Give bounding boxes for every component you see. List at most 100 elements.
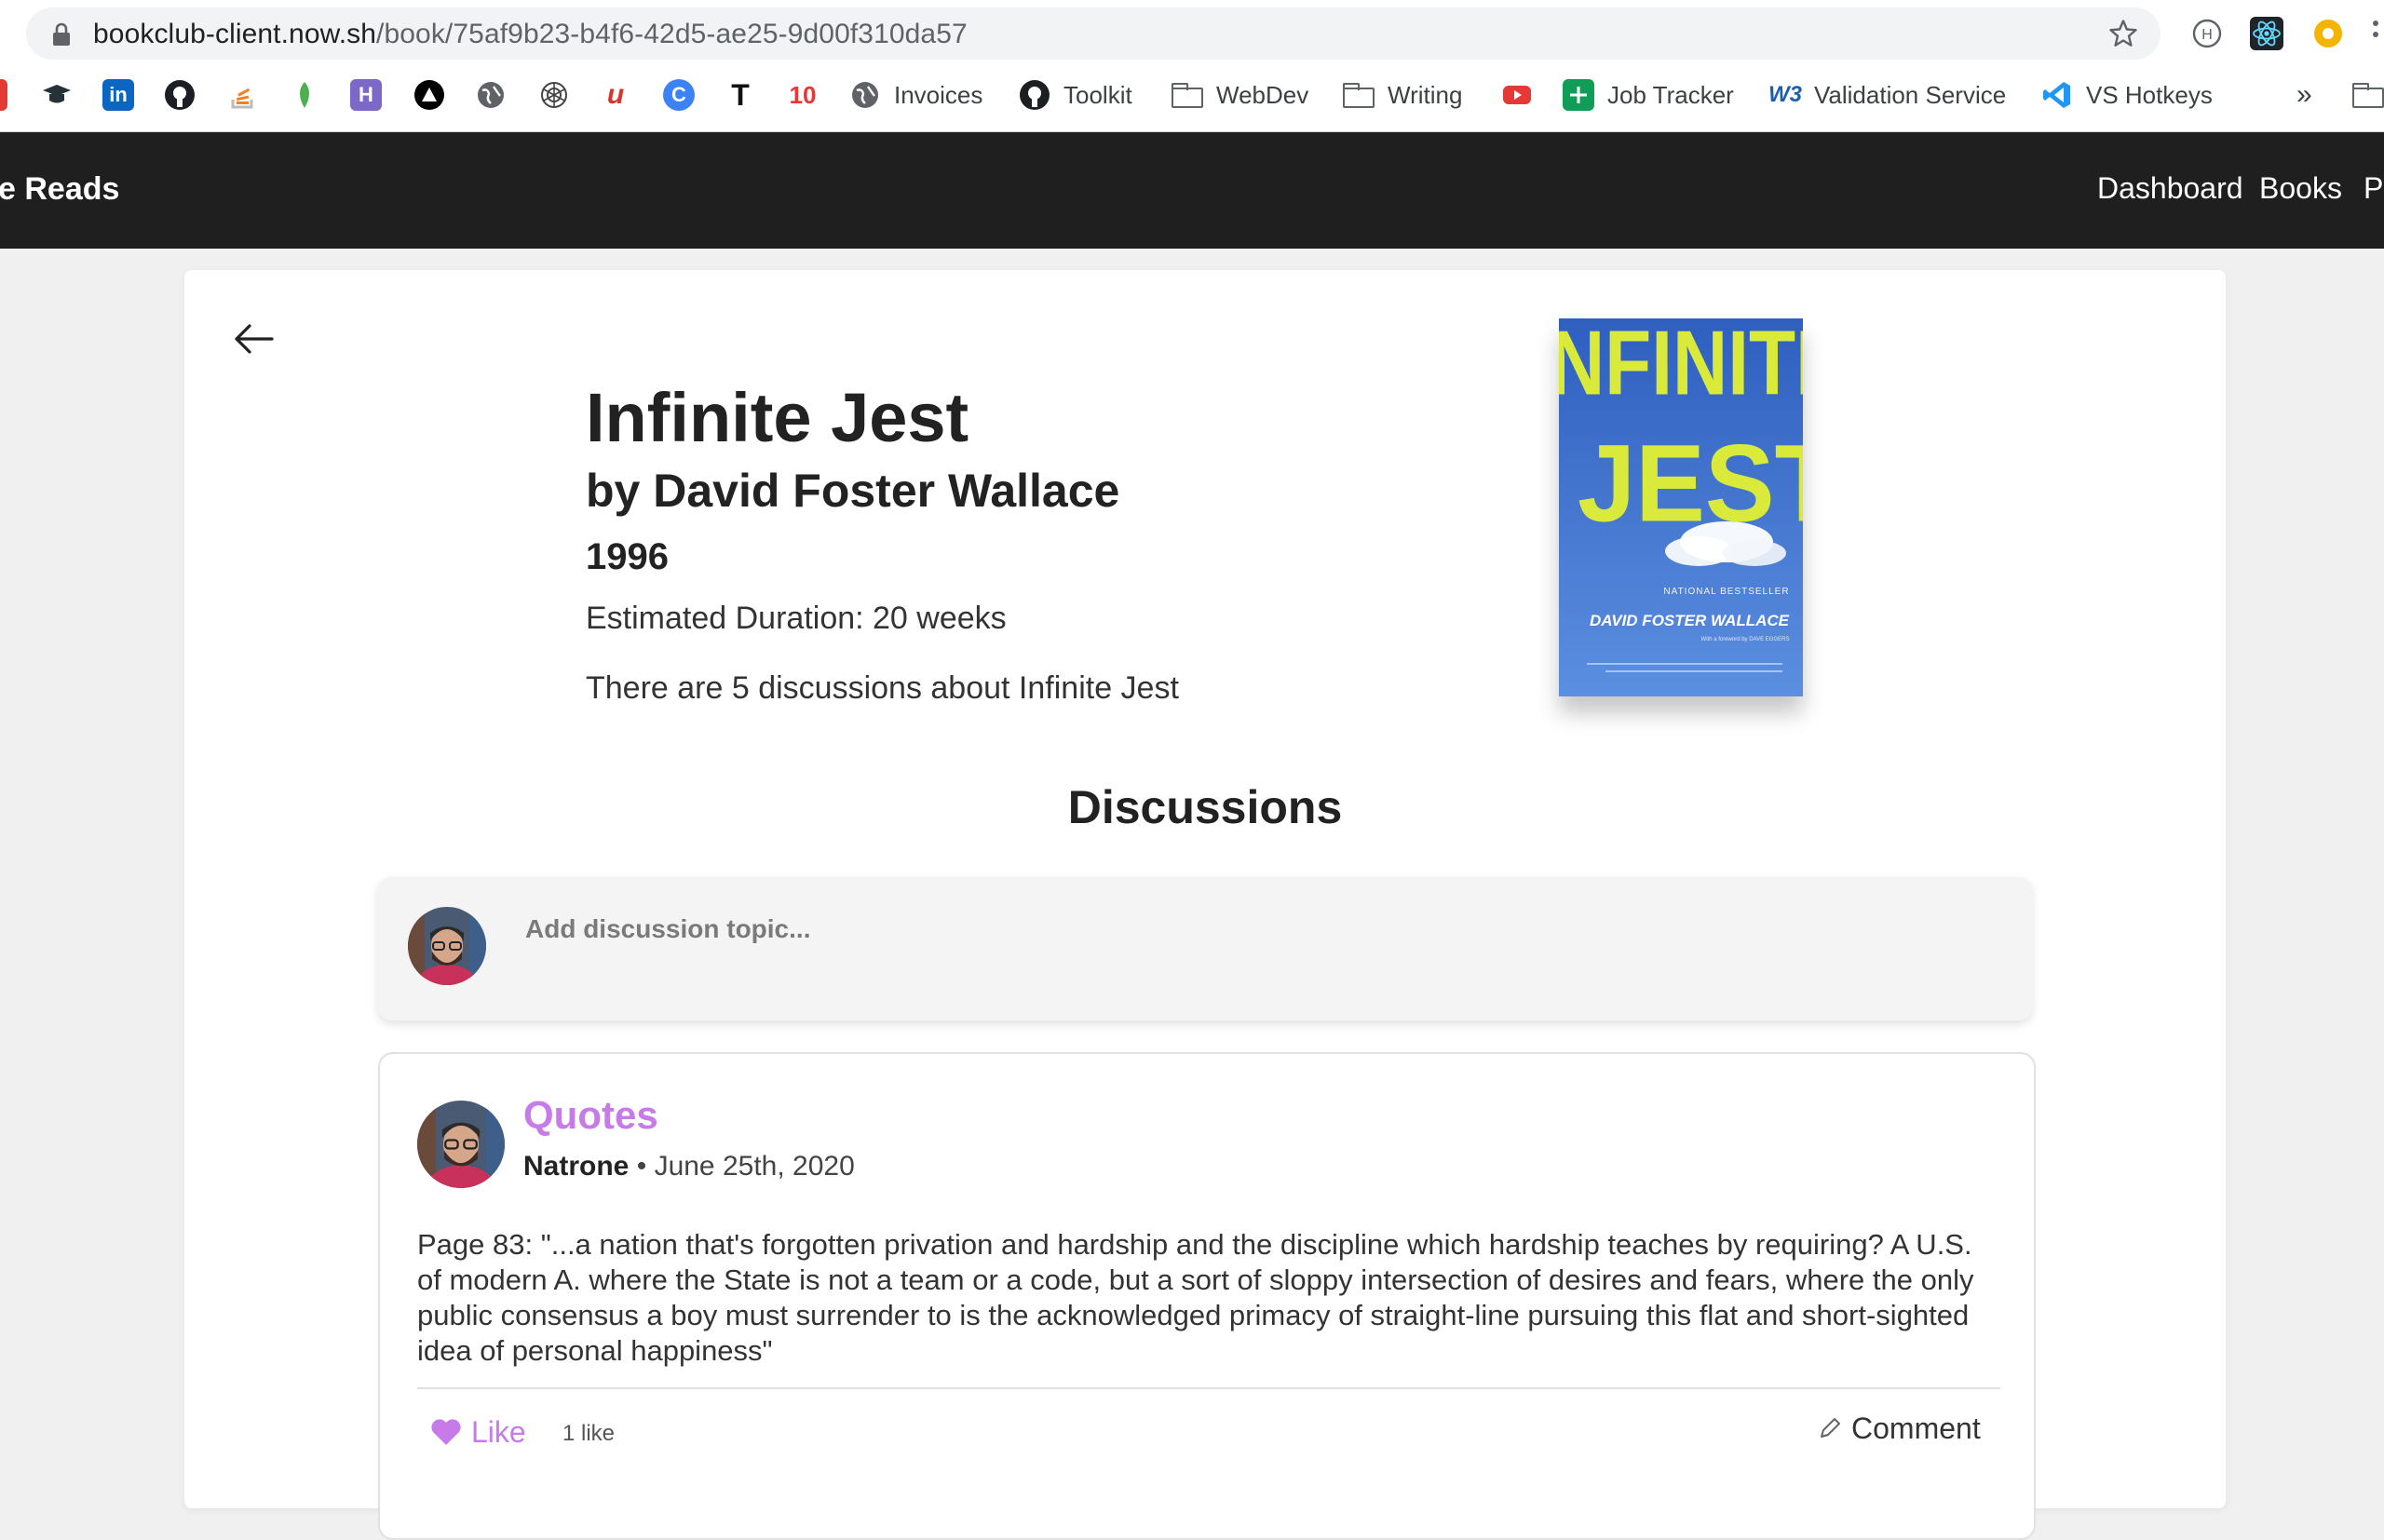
bookmark-codepen[interactable]: C	[663, 73, 695, 117]
bookmark-writing[interactable]: Writing	[1343, 73, 1462, 117]
cover-foreword: With a foreword by DAVE EGGERS	[1701, 637, 1790, 642]
openai-knot-icon	[541, 82, 567, 108]
vscode-icon	[2043, 82, 2070, 108]
heart-icon	[431, 1419, 461, 1445]
post-divider	[417, 1387, 2000, 1389]
bookmark-red[interactable]	[0, 73, 7, 117]
add-discussion-input[interactable]	[523, 905, 1980, 953]
folder-icon	[1343, 83, 1375, 108]
discussion-count: There are 5 discussions about Infinite J…	[586, 670, 1179, 706]
extension-gear-icon[interactable]	[2310, 15, 2347, 52]
globe-icon	[852, 82, 878, 108]
like-label: Like	[471, 1414, 526, 1449]
bookmark-heroku[interactable]: H	[350, 73, 382, 117]
bookmark-star-icon[interactable]	[2106, 17, 2140, 50]
comment-label: Comment	[1851, 1411, 1981, 1445]
bookmark-t[interactable]: T	[725, 73, 756, 117]
folder-icon	[2352, 83, 2384, 108]
bookmark-label: VS Hotkeys	[2086, 80, 2213, 109]
url-host: bookclub-client.now.sh	[93, 19, 377, 49]
like-button[interactable]: Like	[430, 1412, 526, 1452]
bookmark-openai[interactable]	[538, 73, 570, 117]
nav-dashboard-link[interactable]: Dashboard	[2097, 171, 2243, 206]
heroku-icon: H	[350, 79, 382, 111]
discussions-heading: Discussions	[1067, 781, 1343, 833]
ten-logo-icon: 10	[789, 80, 817, 109]
github-icon	[1020, 80, 1050, 110]
browser-chrome: bookclub-client.now.sh/book/75af9b23-b4f…	[0, 0, 2384, 132]
chrome-menu-icon[interactable]	[2373, 20, 2378, 48]
user-avatar[interactable]	[408, 907, 486, 985]
bookmark-ten[interactable]: 10	[784, 73, 821, 117]
bookmark-invoices[interactable]: Invoices	[849, 73, 982, 117]
book-title: Infinite Jest	[586, 379, 969, 456]
cover-title-line1: INFINITE	[1559, 318, 1803, 414]
nav-books-link[interactable]: Books	[2259, 171, 2342, 206]
bookmark-validation-service[interactable]: W3 Validation Service	[1768, 73, 2007, 117]
meta-separator: •	[636, 1151, 647, 1182]
bookmark-label: Toolkit	[1063, 80, 1132, 109]
book-year: 1996	[586, 536, 669, 577]
t-logo-icon: T	[731, 77, 750, 112]
bookmarks-overflow-button[interactable]: »	[2296, 73, 2312, 117]
bookmark-job-tracker[interactable]: Job Tracker	[1563, 73, 1734, 117]
book-cover-image: INFINITE JEST NATIONAL BESTSELLER DAVID …	[1559, 318, 1803, 696]
bookmark-webdev[interactable]: WebDev	[1172, 73, 1308, 117]
book-detail-card: Infinite Jest by David Foster Wallace 19…	[184, 270, 2226, 1540]
book-author: by David Foster Wallace	[586, 465, 1120, 517]
brand-title[interactable]: e Reads	[0, 171, 119, 208]
bookmark-label: Writing	[1388, 80, 1463, 109]
graduation-cap-icon	[43, 85, 71, 103]
bookmark-triangle[interactable]	[413, 73, 445, 117]
nav-profile-link[interactable]: P	[2364, 171, 2383, 206]
bookmark-youtube[interactable]	[1501, 73, 1533, 117]
globe-icon	[478, 82, 504, 108]
bookmark-hat[interactable]	[41, 73, 73, 117]
stackoverflow-icon	[231, 88, 253, 109]
cover-badge: NATIONAL BESTSELLER	[1663, 587, 1789, 597]
bookmark-globe[interactable]	[475, 73, 507, 117]
github-icon	[165, 80, 195, 110]
url-text: bookclub-client.now.sh/book/75af9b23-b4f…	[93, 19, 968, 50]
bookmarks-bar: in H u C T 10 Invoices Toolkit WebDev Wr…	[0, 73, 2384, 117]
svg-text:H: H	[2201, 27, 2213, 43]
bookmark-label: Job Tracker	[1607, 80, 1734, 109]
bookmark-linkedin[interactable]: in	[102, 73, 134, 117]
cover-title-line2: JEST	[1578, 423, 1803, 545]
linkedin-icon: in	[102, 79, 134, 111]
discussion-date: June 25th, 2020	[654, 1151, 855, 1182]
react-devtools-icon[interactable]	[2248, 15, 2285, 52]
address-bar[interactable]: bookclub-client.now.sh/book/75af9b23-b4f…	[26, 7, 2160, 60]
discussion-post: Quotes Natrone • June 25th, 2020 Page 83…	[378, 1052, 2036, 1540]
red-app-icon	[0, 79, 7, 111]
c-circle-icon: C	[663, 79, 695, 111]
bookmark-github[interactable]	[164, 73, 196, 117]
udemy-icon: u	[606, 79, 625, 110]
triangle-logo-icon	[414, 80, 444, 110]
bookmark-udemy[interactable]: u	[600, 73, 631, 117]
youtube-icon	[1503, 86, 1531, 104]
bookmark-label: Validation Service	[1814, 80, 2007, 109]
folder-icon	[1172, 83, 1203, 108]
book-duration: Estimated Duration: 20 weeks	[586, 601, 1007, 636]
pencil-icon	[1821, 1418, 1840, 1438]
bookmark-toolkit[interactable]: Toolkit	[1019, 73, 1132, 117]
discussion-author[interactable]: Natrone	[523, 1151, 629, 1182]
app-navbar: e Reads Dashboard Books P	[0, 132, 2384, 249]
extension-h-icon[interactable]: H	[2188, 15, 2226, 52]
post-author-avatar[interactable]	[417, 1101, 505, 1188]
discussion-meta: Natrone • June 25th, 2020	[523, 1151, 855, 1182]
bookmark-label: WebDev	[1216, 80, 1309, 109]
bookmark-stackoverflow[interactable]	[227, 73, 259, 117]
w3c-icon: W3	[1768, 82, 1802, 107]
discussion-title-link[interactable]: Quotes	[523, 1093, 658, 1138]
back-arrow-icon[interactable]	[233, 322, 274, 356]
bookmark-vs-hotkeys[interactable]: VS Hotkeys	[2041, 73, 2213, 117]
overflow-chevron-icon: »	[2296, 79, 2312, 110]
add-discussion-box	[378, 877, 2032, 1020]
bookmark-folder-partial[interactable]	[2352, 73, 2384, 117]
cover-author: DAVID FOSTER WALLACE	[1590, 612, 1790, 629]
comment-button[interactable]: Comment	[1816, 1408, 1981, 1449]
bookmark-mongodb[interactable]	[289, 73, 320, 117]
url-path: /book/75af9b23-b4f6-42d5-ae25-9d00f310da…	[376, 19, 968, 49]
